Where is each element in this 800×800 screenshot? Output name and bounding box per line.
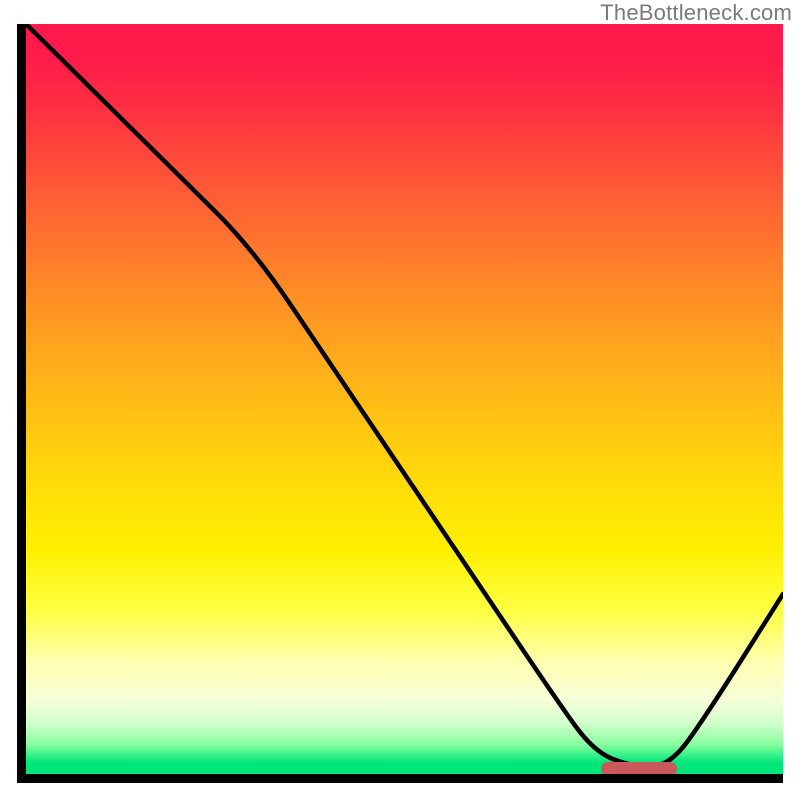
plot-area — [26, 24, 783, 774]
watermark-text: TheBottleneck.com — [600, 0, 792, 26]
chart-container: TheBottleneck.com — [0, 0, 800, 800]
optimal-range-marker — [601, 762, 677, 774]
bottleneck-curve — [26, 24, 783, 774]
